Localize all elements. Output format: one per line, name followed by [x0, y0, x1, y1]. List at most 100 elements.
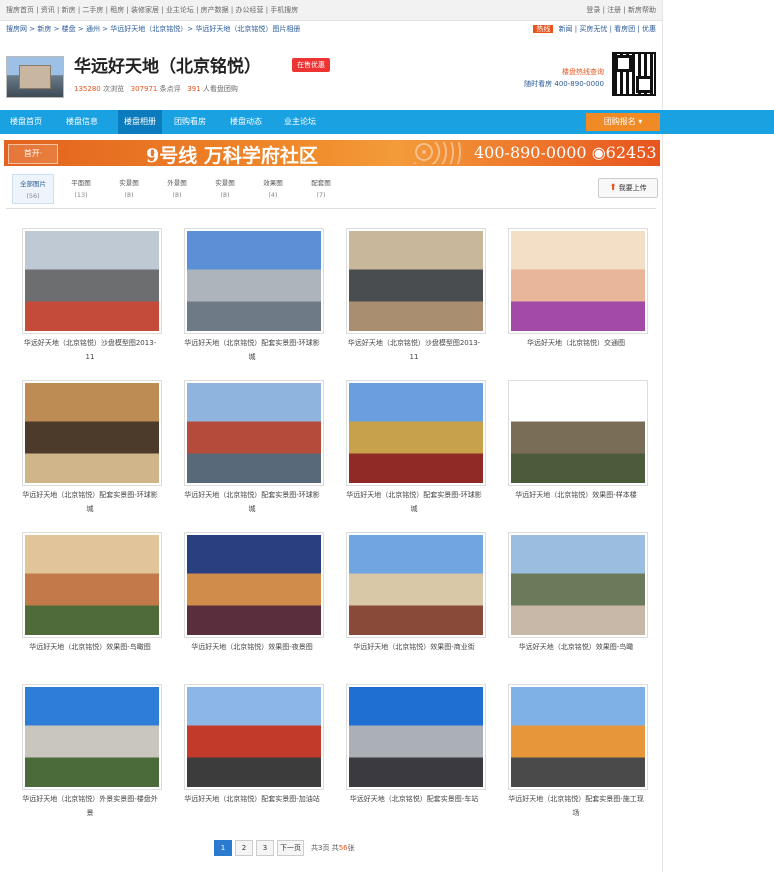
album-tab[interactable]: 效果图 (4) [252, 174, 294, 204]
photo-image [349, 535, 483, 635]
photo-caption[interactable]: 华远好天地（北京铭悦）配套实景图-环球影城 [346, 488, 482, 516]
photo-card[interactable]: 华远好天地（北京铭悦）交通图 [508, 228, 648, 378]
photo-image [25, 535, 159, 635]
photo-thumbnail[interactable] [22, 380, 162, 486]
photo-card[interactable]: 华远好天地（北京铭悦）效果图-鸟瞰 [508, 532, 648, 682]
banner-decoration [414, 142, 464, 164]
site-topbar: 搜房首页 | 资讯 | 新房 | 二手房 | 租房 | 装修家居 | 业主论坛 … [0, 0, 662, 21]
page-link[interactable]: 2 [235, 840, 253, 856]
photo-thumbnail[interactable] [22, 228, 162, 334]
album-tab-label: 实景图 [119, 179, 139, 187]
photo-thumbnail[interactable] [346, 684, 486, 790]
nav-item[interactable]: 楼盘动态 [230, 110, 262, 134]
album-tab[interactable]: 全部图片 (56) [12, 174, 54, 204]
album-category-tabs: 全部图片 (56) 平面图 (13) 实景图 (8) 外景图 (8) 实景图 (8) 效果图 (4) 配… [6, 174, 656, 209]
photo-caption[interactable]: 华远好天地（北京铭悦）交通图 [508, 336, 644, 350]
photo-card[interactable]: 华远好天地（北京铭悦）配套实景图-环球影城 [22, 380, 162, 530]
photo-thumbnail[interactable] [508, 684, 648, 790]
nav-item[interactable]: 楼盘首页 [10, 110, 42, 134]
photo-thumbnail[interactable] [346, 380, 486, 486]
photo-image [511, 535, 645, 635]
photo-thumbnail[interactable] [184, 684, 324, 790]
photo-caption[interactable]: 华远好天地（北京铭悦）配套实景图-环球影城 [22, 488, 158, 516]
album-tab[interactable]: 外景图 (8) [156, 174, 198, 204]
photo-caption[interactable]: 华远好天地（北京铭悦）配套实景图-环球影城 [184, 336, 320, 364]
photo-thumbnail[interactable] [22, 684, 162, 790]
photo-thumbnail[interactable] [184, 228, 324, 334]
hotline-tag[interactable]: 热线 [533, 25, 554, 33]
photo-thumbnail[interactable] [184, 532, 324, 638]
project-thumbnail[interactable] [6, 56, 64, 98]
upload-button[interactable]: ⬆ 我要上传 [598, 178, 658, 198]
photo-card[interactable]: 华远好天地（北京铭悦）配套实景图-加油站 [184, 684, 324, 834]
photo-card[interactable]: 华远好天地（北京铭悦）效果图-商业街 [346, 532, 486, 682]
photo-card[interactable]: 华远好天地（北京铭悦）配套实景图-环球影城 [184, 380, 324, 530]
photo-caption[interactable]: 华远好天地（北京铭悦）配套实景图-车站 [346, 792, 482, 806]
photo-card[interactable]: 华远好天地（北京铭悦）沙盘模型图2013-11 [346, 228, 486, 378]
nav-item[interactable]: 业主论坛 [284, 110, 316, 134]
banner-headline: 9号线 万科学府社区 [146, 145, 318, 166]
photo-caption[interactable]: 华远好天地（北京铭悦）配套实景图-加油站 [184, 792, 320, 806]
visits-count: 135280 [74, 85, 101, 93]
photo-thumbnail[interactable] [508, 380, 648, 486]
photo-card[interactable]: 华远好天地（北京铭悦）配套实景图-施工现场 [508, 684, 648, 834]
photo-card[interactable]: 华远好天地（北京铭悦）外景实景图-楼盘外景 [22, 684, 162, 834]
album-tab[interactable]: 配套图 (7) [300, 174, 342, 204]
photo-caption[interactable]: 华远好天地（北京铭悦）效果图-夜景图 [184, 640, 320, 654]
photo-card[interactable]: 华远好天地（北京铭悦）沙盘模型图2013-11 [22, 228, 162, 378]
album-tab[interactable]: 实景图 (8) [108, 174, 150, 204]
album-tab[interactable]: 实景图 (8) [204, 174, 246, 204]
breadcrumb[interactable]: 搜房网 > 新房 > 楼盘 > 通州 > 华远好天地（北京铭悦）> 华远好天地（… [6, 24, 300, 34]
photo-image [25, 231, 159, 331]
visits-label: 次浏览 [102, 85, 124, 93]
group-buy-button[interactable]: 团购报名 ▾ [586, 113, 660, 131]
nav-item[interactable]: 楼盘相册 [118, 110, 162, 134]
project-header: 华远好天地（北京铭悦） 在售优惠 135280 次浏览 307971 条点评 3… [0, 44, 662, 106]
page-link[interactable]: 1 [214, 840, 232, 856]
banner-phone: 400-890-0000 ◉62453 [474, 143, 657, 162]
nav-item[interactable]: 团购看房 [174, 110, 206, 134]
photo-thumbnail[interactable] [346, 228, 486, 334]
album-tab-label: 平面图 [71, 179, 91, 187]
photo-thumbnail[interactable] [346, 532, 486, 638]
photo-card[interactable]: 华远好天地（北京铭悦）配套实景图-车站 [346, 684, 486, 834]
photo-caption[interactable]: 华远好天地（北京铭悦）配套实景图-环球影城 [184, 488, 320, 516]
photo-thumbnail[interactable] [508, 228, 648, 334]
photo-card[interactable]: 华远好天地（北京铭悦）效果图-样本楼 [508, 380, 648, 530]
members-count: 391 [187, 85, 201, 93]
photo-card[interactable]: 华远好天地（北京铭悦）配套实景图-环球影城 [346, 380, 486, 530]
breadcrumb-right-links[interactable]: 新闻 | 买房无忧 | 看房团 | 优惠 [559, 25, 656, 33]
topbar-links[interactable]: 搜房首页 | 资讯 | 新房 | 二手房 | 租房 | 装修家居 | 业主论坛 … [6, 0, 298, 20]
photo-caption[interactable]: 华远好天地（北京铭悦）效果图-鸟瞰 [508, 640, 644, 654]
promo-line-1: 楼盘热线查询 [562, 68, 604, 76]
photo-caption[interactable]: 华远好天地（北京铭悦）外景实景图-楼盘外景 [22, 792, 158, 820]
members-label: 人看盘团购 [202, 85, 238, 93]
page-link[interactable]: 下一页 [277, 840, 304, 856]
photo-card[interactable]: 华远好天地（北京铭悦）效果图-鸟瞰图 [22, 532, 162, 682]
photo-image [511, 687, 645, 787]
photo-caption[interactable]: 华远好天地（北京铭悦）沙盘模型图2013-11 [22, 336, 158, 364]
photo-thumbnail[interactable] [22, 532, 162, 638]
page-link[interactable]: 3 [256, 840, 274, 856]
photo-thumbnail[interactable] [508, 532, 648, 638]
photo-caption[interactable]: 华远好天地（北京铭悦）效果图-商业街 [346, 640, 482, 654]
photo-image [349, 687, 483, 787]
comments-label: 条点评 [159, 85, 181, 93]
ad-banner[interactable]: 首开· 9号线 万科学府社区 400-890-0000 ◉62453 [4, 140, 660, 166]
photo-image [349, 231, 483, 331]
photo-card[interactable]: 华远好天地（北京铭悦）配套实景图-环球影城 [184, 228, 324, 378]
photo-image [511, 231, 645, 331]
sale-badge[interactable]: 在售优惠 [292, 58, 330, 72]
topbar-account-links[interactable]: 登录 | 注册 | 新房帮助 [586, 0, 656, 20]
breadcrumb-right: 热线 新闻 | 买房无忧 | 看房团 | 优惠 [533, 24, 656, 34]
photo-card[interactable]: 华远好天地（北京铭悦）效果图-夜景图 [184, 532, 324, 682]
hotline-promo[interactable]: 楼盘热线查询 随时看房 400-890-0000 [524, 66, 604, 90]
photo-image [511, 383, 645, 483]
photo-caption[interactable]: 华远好天地（北京铭悦）效果图-样本楼 [508, 488, 644, 502]
nav-item[interactable]: 楼盘信息 [66, 110, 98, 134]
photo-caption[interactable]: 华远好天地（北京铭悦）沙盘模型图2013-11 [346, 336, 482, 364]
photo-caption[interactable]: 华远好天地（北京铭悦）配套实景图-施工现场 [508, 792, 644, 820]
photo-thumbnail[interactable] [184, 380, 324, 486]
album-tab[interactable]: 平面图 (13) [60, 174, 102, 204]
photo-caption[interactable]: 华远好天地（北京铭悦）效果图-鸟瞰图 [22, 640, 158, 654]
